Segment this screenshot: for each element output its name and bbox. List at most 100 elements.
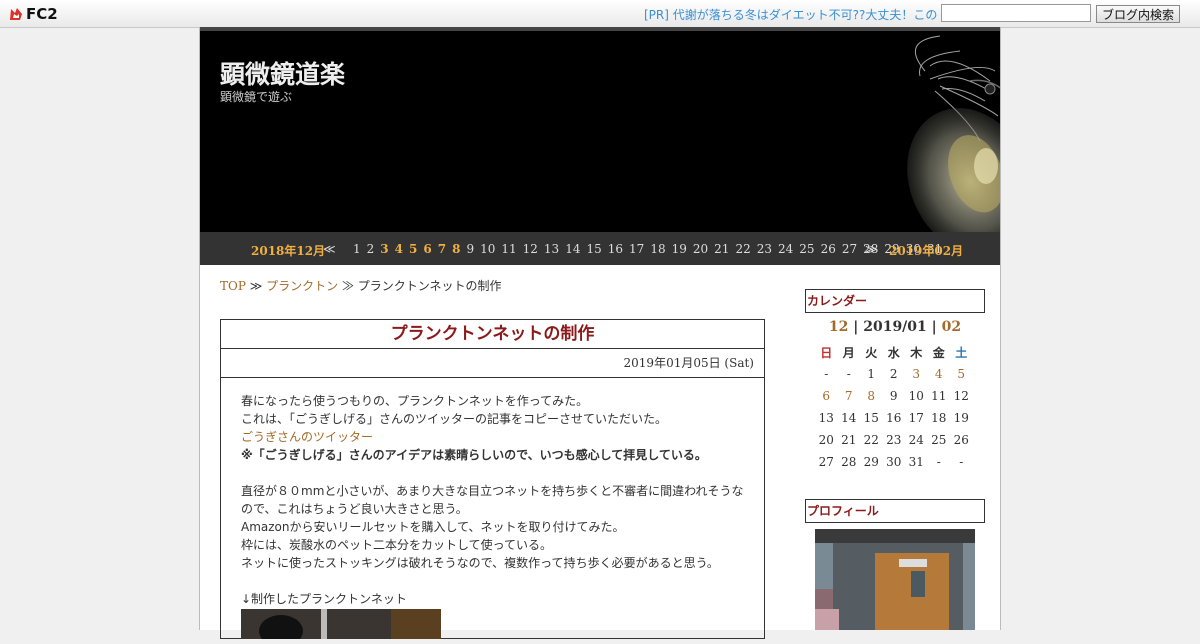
calendar-week-row: 20 21 22 23 24 25 26 <box>815 429 973 451</box>
blog-title[interactable]: 顕微鏡道楽 <box>220 55 345 91</box>
calendar-day: 30 <box>886 455 902 469</box>
breadcrumb-category-link[interactable]: プランクトン <box>266 279 338 293</box>
calendar-prev-link[interactable]: 12 <box>829 319 848 335</box>
calendar-day: 1 <box>867 367 876 381</box>
fc2-logo[interactable]: FC2 <box>8 4 58 23</box>
calendar-weekday: 水 <box>887 345 900 360</box>
calendar-day-link[interactable]: 4 <box>928 363 951 385</box>
calendar-weekday: 金 <box>932 345 945 360</box>
breadcrumb-separator: ≫ <box>338 279 358 293</box>
entry-text-line: 直径が８０mmと小さいが、あまり大きな目立つネットを持ち歩くと不審者に間違われそ… <box>241 484 744 498</box>
calendar-next-link[interactable]: 02 <box>942 319 961 335</box>
entry-body: 春になったら使うつもりの、プランクトンネットを作ってみた。 これは、「ごうぎしげ… <box>241 392 751 644</box>
pr-ad-link[interactable]: [PR] 代謝が落ちる冬はダイエット不可??大丈夫！この <box>644 6 937 23</box>
blog-entry: プランクトンネットの制作 2019年01月05日 (Sat) 春になったら使うつ… <box>220 319 765 644</box>
archive-day-link[interactable]: 7 <box>438 242 446 256</box>
daphnia-header-image <box>907 35 1000 232</box>
calendar-current-month: 2019/01 <box>863 319 927 335</box>
calendar-weekday-row: 日月火水木金土 <box>815 341 973 363</box>
calendar-day: 16 <box>886 411 902 425</box>
calendar-day: 18 <box>931 411 947 425</box>
photo-caption: ↓制作したプランクトンネット <box>241 592 407 606</box>
archive-day-link: 17 <box>629 242 645 256</box>
archive-day-link[interactable]: 3 <box>380 242 388 256</box>
archive-day-link[interactable]: 6 <box>423 242 431 256</box>
breadcrumb-separator: ≫ <box>245 279 267 293</box>
archive-day-link: 10 <box>480 242 496 256</box>
calendar-day: 2 <box>889 367 898 381</box>
calendar-day: 13 <box>818 411 834 425</box>
calendar-day: - <box>824 367 829 381</box>
calendar-day-link[interactable]: 3 <box>905 363 928 385</box>
breadcrumb: TOP ≫ プランクトン ≫ プランクトンネットの制作 <box>220 277 502 294</box>
entry-date-text: 2019年01月05日 (Sat) <box>623 356 754 370</box>
entry-text-line: これは、「ごうぎしげる」さんのツイッターの記事をコピーさせていただいた。 <box>241 412 668 426</box>
blog-search-button[interactable]: ブログ内検索 <box>1096 5 1180 23</box>
profile-image <box>815 529 975 630</box>
calendar-separator: | <box>926 319 942 335</box>
calendar-day-link[interactable]: 7 <box>838 385 861 407</box>
entry-spacer <box>241 464 751 482</box>
calendar-day: 24 <box>908 433 924 447</box>
archive-day-link: 13 <box>543 242 560 256</box>
entry-spacer <box>241 572 751 590</box>
entry-date: 2019年01月05日 (Sat) <box>221 349 764 378</box>
archive-next-arrow: ≫ <box>865 242 878 256</box>
calendar-weekday: 月 <box>842 345 855 360</box>
entry-bold-note: ※「ごうぎしげる」さんのアイデアは素晴らしいので、いつも感心して拝見している。 <box>241 448 707 462</box>
calendar-day: - <box>936 455 941 469</box>
archive-day-list: 1 2 3 4 5 6 7 8 9 10 11 12 13 14 15 16 17 18 19 20 21 22 23 24 2… <box>353 242 948 256</box>
calendar-day-link[interactable]: 8 <box>860 385 883 407</box>
calendar-day: 28 <box>841 455 857 469</box>
blog-subtitle: 顕微鏡で遊ぶ <box>220 90 293 104</box>
archive-day-link: 22 <box>735 242 751 256</box>
calendar-day-link[interactable]: 5 <box>950 363 973 385</box>
archive-prev-arrow: ≪ <box>323 242 336 256</box>
calendar-day-link[interactable]: 6 <box>815 385 838 407</box>
calendar-day: 26 <box>953 433 969 447</box>
archive-day-link: 2 <box>366 242 375 256</box>
archive-day-link[interactable]: 8 <box>452 242 460 256</box>
calendar-day: 31 <box>908 455 924 469</box>
archive-day-link: 20 <box>692 242 709 256</box>
calendar-weekday: 日 <box>820 345 833 360</box>
archive-day-link: 1 <box>353 242 361 256</box>
calendar-week-row: 13 14 15 16 17 18 19 <box>815 407 973 429</box>
calendar-day: 11 <box>931 389 947 403</box>
calendar-day: 17 <box>908 411 924 425</box>
calendar-table: 日月火水木金土 - -1 2 3 4 5 6 7 8 9 10 11 12 13 14 15 16 17 18 19 20… <box>815 341 973 473</box>
twitter-link[interactable]: ごうぎさんのツイッター <box>241 428 751 446</box>
archive-prev-month-link[interactable]: 2018年12月 <box>251 242 325 259</box>
blog-container: 顕微鏡道楽 顕微鏡で遊ぶ 2018年12月 ≪ 1 2 3 4 5 6 7 8 … <box>199 27 1001 644</box>
breadcrumb-top-link[interactable]: TOP <box>220 279 246 293</box>
plankton-net-photo[interactable] <box>241 609 441 644</box>
calendar-day: 29 <box>863 455 879 469</box>
calendar-day: 14 <box>841 411 857 425</box>
archive-day-link: 23 <box>756 242 773 256</box>
fc2-toolbar: FC2 [PR] 代謝が落ちる冬はダイエット不可??大丈夫！この ブログ内検索 <box>0 0 1200 28</box>
breadcrumb-current: プランクトンネットの制作 <box>357 279 502 293</box>
archive-day-link: 14 <box>565 242 581 256</box>
calendar-week-row: 27 28 29 30 31- - <box>815 451 973 473</box>
calendar-day: 10 <box>908 389 924 403</box>
archive-day-link: 16 <box>607 242 624 256</box>
calendar-day: 9 <box>889 389 898 403</box>
archive-day-link: 24 <box>778 242 794 256</box>
archive-day-link: 11 <box>501 242 517 256</box>
archive-day-link: 12 <box>522 242 538 256</box>
blog-search-input[interactable] <box>941 4 1091 22</box>
sidebar: カレンダー 12 | 2019/01 | 02 日月火水木金土--1234567… <box>805 289 985 630</box>
profile-heading: プロフィール <box>805 499 985 523</box>
entry-title[interactable]: プランクトンネットの制作 <box>221 320 764 349</box>
calendar-day: 25 <box>931 433 947 447</box>
archive-day-link[interactable]: 4 <box>395 242 403 256</box>
calendar-weekday: 土 <box>955 345 968 360</box>
archive-day-link: 27 <box>841 242 858 256</box>
archive-next-month-link[interactable]: 2019年02月 <box>889 242 963 259</box>
archive-day-link[interactable]: 5 <box>409 242 417 256</box>
blog-header: 顕微鏡道楽 顕微鏡で遊ぶ <box>200 31 1000 232</box>
calendar-day: 15 <box>863 411 879 425</box>
entry-text-line: ネットに使ったストッキングは破れそうなので、複数作って持ち歩く必要があると思う。 <box>241 556 719 570</box>
archive-day-nav: 2018年12月 ≪ 1 2 3 4 5 6 7 8 9 10 11 12 13 14 15 16 17 18 19… <box>200 232 1000 265</box>
calendar-day: 22 <box>863 433 879 447</box>
